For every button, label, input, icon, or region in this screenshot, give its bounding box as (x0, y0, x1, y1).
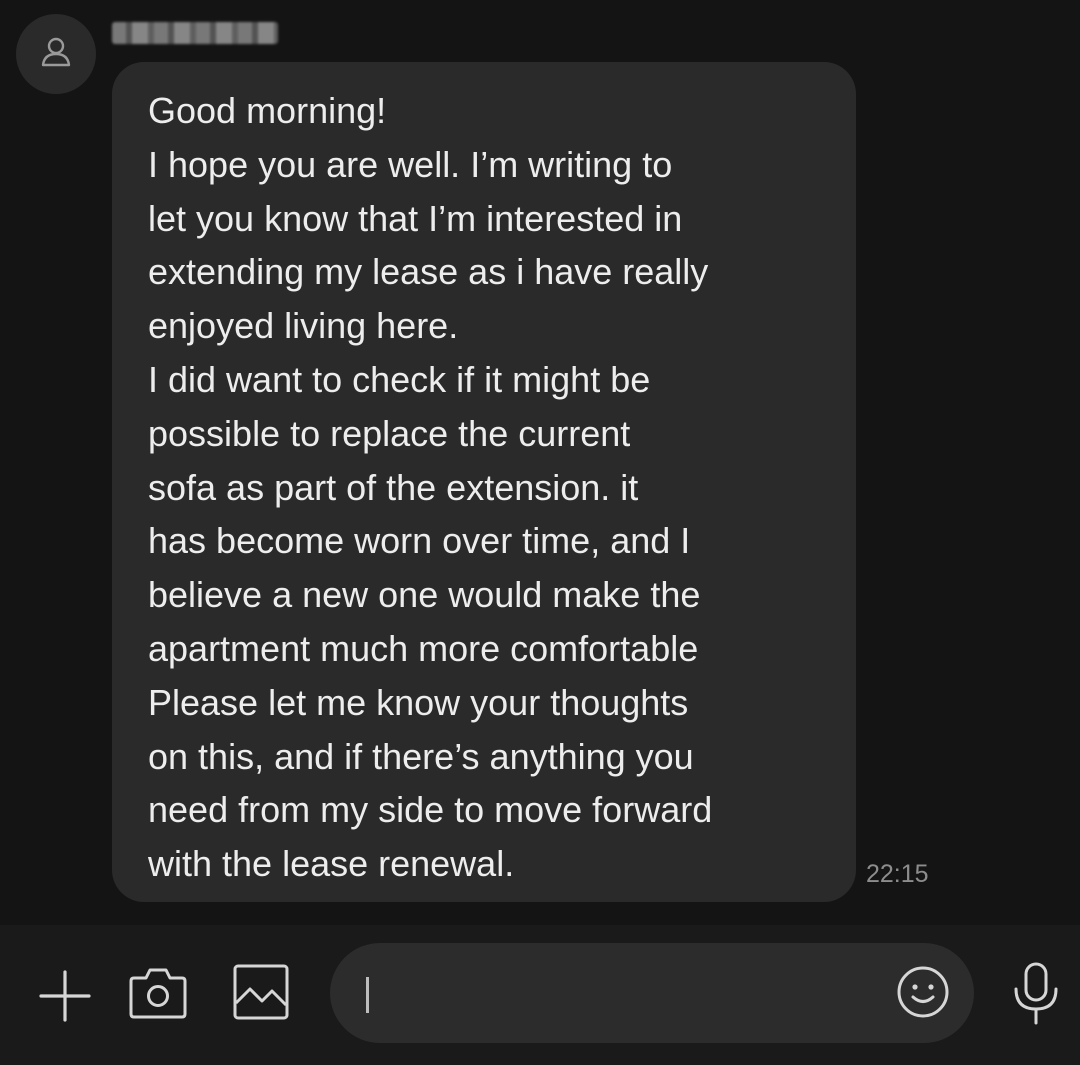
voice-message-button[interactable] (1006, 961, 1066, 1031)
smiley-icon (896, 965, 950, 1024)
message-input-field[interactable] (330, 943, 974, 1043)
microphone-icon (1011, 961, 1061, 1032)
camera-button[interactable] (126, 963, 190, 1027)
add-attachment-button[interactable] (34, 967, 96, 1029)
message-line: I did want to check if it might be (148, 358, 651, 400)
camera-icon (128, 964, 188, 1027)
message-line: possible to replace the current (148, 412, 631, 454)
gallery-button[interactable] (230, 963, 292, 1025)
image-icon (232, 963, 290, 1026)
chat-area: Good morning! I hope you are well. I’m w… (0, 0, 1080, 925)
message-line: Please let me know your thoughts (148, 681, 689, 723)
message-line: with the lease renewal. (148, 843, 515, 885)
message-line: need from my side to move forward (148, 789, 713, 831)
sender-avatar[interactable] (16, 14, 96, 94)
message-line: on this, and if there’s anything you (148, 735, 694, 777)
composer-bar (0, 925, 1080, 1065)
message-line: sofa as part of the extension. it (148, 466, 639, 508)
message-line: apartment much more comfortable (148, 627, 699, 669)
text-cursor (366, 977, 369, 1013)
message-bubble[interactable]: Good morning! I hope you are well. I’m w… (112, 62, 856, 902)
person-icon (38, 34, 74, 75)
message-line: extending my lease as i have really (148, 251, 709, 293)
message-line: believe a new one would make the (148, 574, 701, 616)
message-line: I hope you are well. I’m writing to (148, 143, 673, 185)
message-line: let you know that I’m interested in (148, 197, 683, 239)
message-line: has become worn over time, and I (148, 520, 691, 562)
plus-icon (37, 968, 93, 1029)
emoji-button[interactable] (894, 965, 952, 1023)
message-input[interactable] (360, 968, 884, 1020)
message-timestamp: 22:15 (866, 860, 929, 888)
message-line: Good morning! (148, 90, 387, 131)
message-line: enjoyed living here. (148, 305, 459, 347)
sender-name-redacted (112, 22, 278, 44)
